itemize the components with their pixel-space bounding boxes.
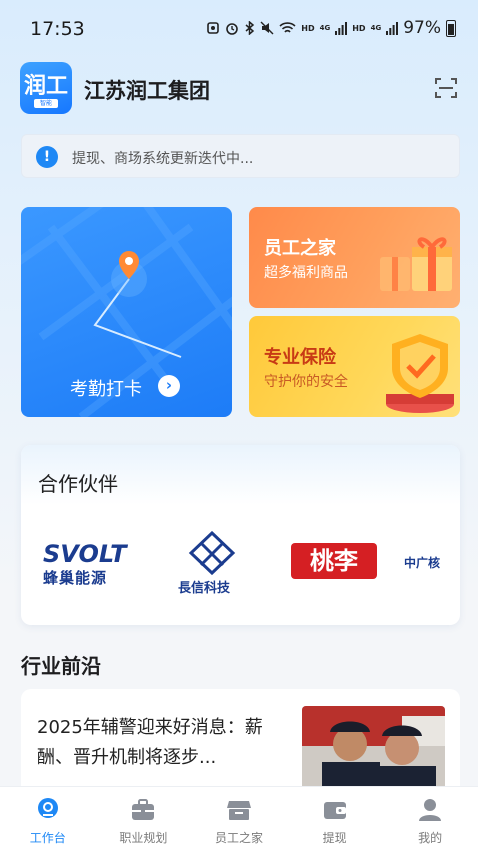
- svolt-wordmark: SVOLT: [43, 540, 127, 568]
- employee-home-subtitle: 超多福利商品: [264, 265, 348, 281]
- info-icon: !: [36, 146, 58, 168]
- app-logo: 润工 智能: [20, 62, 72, 114]
- notice-banner[interactable]: ! 提现、商场系统更新迭代中...: [21, 134, 460, 178]
- app-header: 润工 智能 江苏润工集团: [20, 62, 460, 116]
- workbench-icon: [37, 798, 58, 818]
- employee-home-card[interactable]: 员工之家 超多福利商品: [249, 207, 460, 308]
- status-time: 17:53: [30, 18, 85, 40]
- status-icons: HD 4G HD 4G 97%: [206, 18, 456, 38]
- tab-career[interactable]: 职业规划: [96, 787, 192, 850]
- industry-section-title: 行业前沿: [21, 654, 101, 678]
- tab-mine[interactable]: 我的: [382, 787, 478, 850]
- alarm-icon: [226, 23, 239, 35]
- user-icon: [419, 799, 442, 821]
- employee-home-title: 员工之家: [264, 238, 336, 259]
- changxin-cn-name: 長信科技: [178, 581, 231, 596]
- wallet-icon: [323, 802, 346, 819]
- svolt-cn-name: 蜂巢能源: [43, 569, 108, 587]
- tab-withdraw[interactable]: 提现: [287, 787, 383, 850]
- tab-label: 我的: [418, 831, 443, 845]
- logo-text: 润工: [23, 74, 68, 99]
- battery-percent: 97%: [403, 18, 441, 38]
- battery-icon: [446, 19, 456, 37]
- status-bar: 17:53 HD 4G HD 4G 97%: [0, 0, 478, 58]
- network-4g-indicator-2: 4G: [370, 24, 382, 32]
- store-icon: [226, 801, 251, 820]
- chevron-right-icon: ›: [158, 375, 180, 397]
- briefcase-icon: [132, 799, 155, 820]
- insurance-title: 专业保险: [264, 347, 336, 368]
- news-card[interactable]: 2025年辅警迎来好消息：薪酬、晋升机制将逐步...: [21, 689, 460, 799]
- attendance-card[interactable]: 考勤打卡 ›: [21, 207, 232, 417]
- hd-indicator-2: HD: [352, 23, 366, 33]
- tab-label: 提现: [322, 831, 347, 845]
- bluetooth-icon: [245, 21, 255, 35]
- tab-label: 职业规划: [119, 831, 168, 845]
- logo-subtext: 智能: [34, 99, 58, 108]
- network-4g-indicator: 4G: [319, 24, 331, 32]
- partners-title: 合作伙伴: [38, 472, 118, 496]
- hd-indicator: HD: [301, 23, 315, 33]
- attendance-label: 考勤打卡: [70, 379, 142, 400]
- tab-label: 员工之家: [214, 831, 263, 845]
- signal-icon: [335, 21, 348, 35]
- notification-icon: [207, 22, 220, 34]
- tab-employee-home[interactable]: 员工之家: [191, 787, 287, 850]
- notice-text: 提现、商场系统更新迭代中...: [72, 151, 254, 167]
- partner-logo-cgn[interactable]: 中广核: [404, 554, 440, 571]
- tab-label: 工作台: [29, 831, 66, 845]
- mute-icon: [260, 21, 274, 35]
- scan-icon[interactable]: [434, 76, 458, 100]
- gift-box-illustration: [380, 237, 452, 291]
- news-title: 2025年辅警迎来好消息：薪酬、晋升机制将逐步...: [37, 717, 263, 768]
- insurance-card[interactable]: 专业保险 守护你的安全: [249, 316, 460, 417]
- tab-workbench[interactable]: 工作台: [0, 787, 96, 850]
- bottom-tab-bar: 工作台 职业规划 员工之家 提现 我的: [0, 786, 478, 850]
- wifi-icon: [279, 22, 296, 33]
- signal-icon-2: [386, 21, 399, 35]
- company-name: 江苏润工集团: [84, 79, 210, 103]
- shield-illustration: [386, 334, 454, 413]
- partners-section: 合作伙伴 SVOLT 蜂巢能源 長信科技 桃李 中广核: [21, 445, 460, 625]
- partner-logo-svolt[interactable]: SVOLT 蜂巢能源: [43, 542, 143, 588]
- insurance-subtitle: 守护你的安全: [264, 374, 348, 390]
- partner-logo-taoli[interactable]: 桃李: [291, 543, 377, 579]
